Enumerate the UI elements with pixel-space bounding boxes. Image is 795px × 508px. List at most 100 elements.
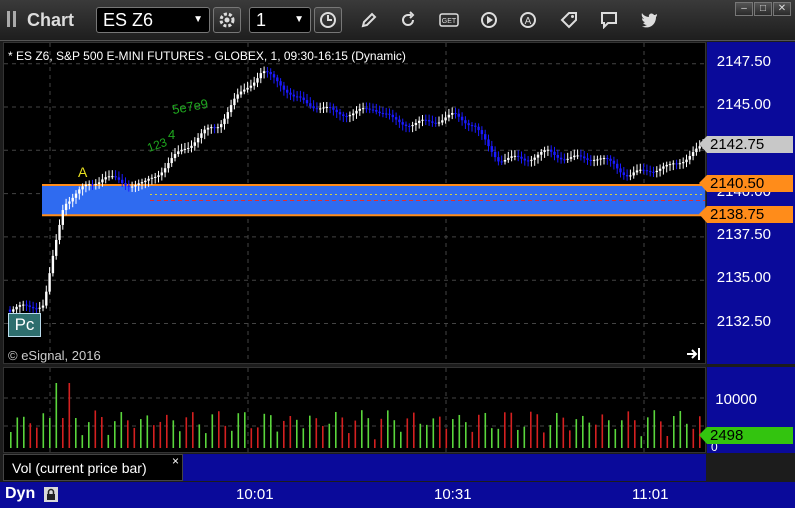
clock-button[interactable] [314,7,342,33]
volume-bar [55,383,58,448]
price-axis[interactable]: 2147.50 2145.00 2142.50 2140.00 2137.50 … [699,42,795,364]
candle-body [104,177,107,180]
candle-body [210,127,213,129]
candle-body [609,158,612,161]
volume-bar [549,425,552,448]
comment-icon[interactable] [598,9,620,31]
candle-body [229,105,233,113]
candle-body [477,126,480,131]
candle-body [335,109,338,113]
candle-body [170,158,173,164]
candle-body [622,172,625,176]
volume-bar [62,418,64,448]
volume-bar [23,416,25,448]
candle-body [616,163,619,169]
candle-body [140,182,144,184]
volume-bar [159,421,162,448]
symbol-dropdown-icon[interactable]: ▼ [193,8,203,32]
candle-body [434,122,437,124]
volume-study-close-button[interactable]: × [172,454,179,468]
maximize-button[interactable]: □ [754,2,772,16]
candle-body [381,113,385,115]
settings-button[interactable] [213,7,241,33]
candle-body [276,77,279,82]
candle-body [94,183,97,185]
last-price-tag: 2142.75 [699,136,793,153]
volume-bar [491,428,493,448]
candle-body [596,159,599,161]
price-tick-4: 2137.50 [716,226,771,243]
candle-body [556,154,559,158]
volume-chart-canvas[interactable] [4,368,706,453]
candle-body [51,255,55,274]
candle-body [573,155,576,158]
candle-body [150,177,154,179]
time-tick-2: 11:01 [632,486,669,503]
candle-body [474,125,477,127]
candle-body [431,121,434,123]
candle-body [540,151,543,155]
symbol-input[interactable]: ES Z6 ▼ [96,7,210,33]
volume-bar [523,426,526,448]
volume-axis[interactable]: 10000 0 2498 [699,367,795,454]
candle-body [536,154,540,158]
interval-dropdown-icon[interactable]: ▼ [294,8,304,32]
scroll-to-end-icon[interactable] [686,347,702,361]
volume-bar [582,415,584,448]
candle-body [279,81,282,86]
volume-bar [315,418,318,448]
refresh-icon[interactable] [397,9,419,31]
pc-button[interactable]: Pc [8,313,41,337]
tag-icon[interactable] [558,9,580,31]
volume-study-label[interactable]: Vol (current price bar) × [3,454,183,481]
draw-icon[interactable] [358,9,380,31]
candle-body [312,106,315,109]
twitter-icon[interactable] [638,9,660,31]
lock-icon[interactable] [44,487,58,502]
candle-body [371,109,375,111]
play-icon[interactable] [478,9,500,31]
volume-tick-0: 10000 [715,391,757,408]
symbol-value: ES Z6 [103,10,154,30]
volume-bar [211,414,214,448]
candle-body [447,114,451,118]
candle-body [256,78,259,83]
candle-body [682,162,685,164]
volume-bar [517,429,519,448]
candle-body [38,307,41,309]
candle-body [342,114,345,116]
volume-bar [595,424,597,448]
candle-body [55,239,58,256]
candle-body [173,154,177,159]
candle-body [117,177,121,180]
candle-body [546,149,550,151]
volume-bar [614,428,617,448]
last-volume-tag: 2498 [699,427,793,444]
volume-bar [94,410,97,448]
close-button[interactable]: ✕ [773,2,791,16]
dyn-label[interactable]: Dyn [5,485,35,503]
candle-body [457,113,460,117]
alert-icon[interactable]: A [517,9,539,31]
candle-body [246,87,249,90]
volume-chart-panel[interactable] [3,367,706,453]
candle-body [437,122,441,124]
candle-body [64,203,68,211]
candle-body [272,74,276,78]
volume-bar [510,412,513,448]
price-chart-canvas[interactable] [4,43,706,364]
candle-body [490,146,493,152]
volume-bar [543,432,545,448]
volume-bar [354,420,357,448]
minimize-button[interactable]: – [735,2,753,16]
get-icon[interactable]: GET [438,9,460,31]
price-chart-panel[interactable]: * ES Z6, S&P 500 E-MINI FUTURES - GLOBEX… [3,42,706,364]
candle-body [81,186,84,190]
volume-bar [634,420,636,448]
interval-input[interactable]: 1 ▼ [249,7,311,33]
volume-bar [400,431,402,448]
candle-body [295,96,299,98]
candle-body [635,170,639,173]
candle-body [411,125,414,127]
time-axis[interactable]: Dyn 10:01 10:31 11:01 [0,482,795,508]
